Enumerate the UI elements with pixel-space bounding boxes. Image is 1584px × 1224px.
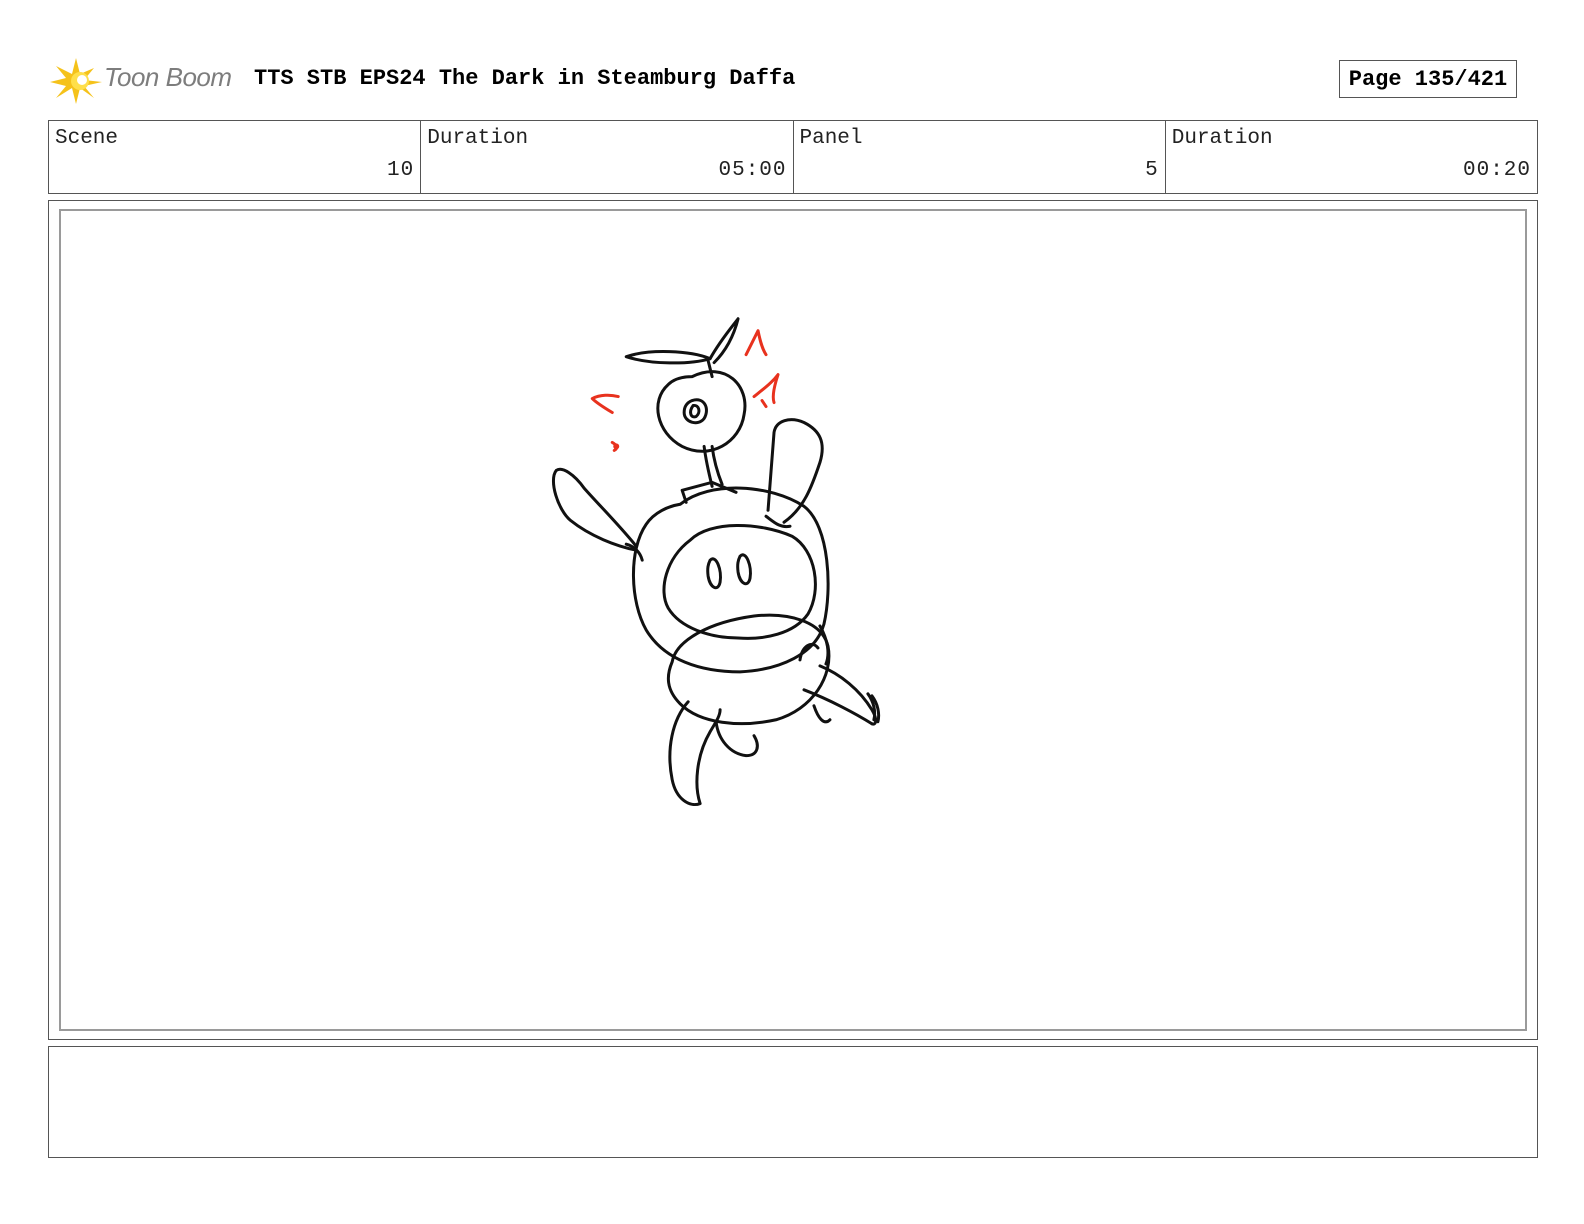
page-number: Page 135/421	[1339, 60, 1517, 98]
scene-value: 10	[387, 159, 415, 182]
toon-boom-logo: Toon Boom	[50, 54, 240, 106]
panel-value: 5	[1145, 159, 1159, 182]
document-title: TTS STB EPS24 The Dark in Steamburg Daff…	[254, 66, 796, 91]
scene-duration-label: Duration	[427, 127, 529, 150]
panel-duration-value: 00:20	[1462, 159, 1531, 182]
panel-info-bar: Scene 10 Duration 05:00 Panel 5 Duration…	[48, 120, 1538, 194]
page-header: Toon Boom TTS STB EPS24 The Dark in Stea…	[50, 54, 1540, 106]
panel-duration-label: Duration	[1171, 127, 1273, 150]
panel-image-area	[59, 209, 1527, 1031]
scene-cell: Scene 10	[49, 121, 420, 193]
logo-text: Toon Boom	[104, 62, 232, 92]
panel-duration-cell: Duration 00:20	[1164, 121, 1537, 193]
toon-boom-star-icon	[50, 58, 102, 104]
scene-duration-cell: Duration 05:00	[420, 121, 792, 193]
character-sketch	[551, 317, 881, 806]
panel-notes-box	[48, 1046, 1538, 1158]
panel-cell: Panel 5	[792, 121, 1165, 193]
storyboard-panel	[48, 200, 1538, 1040]
scene-label: Scene	[55, 127, 119, 150]
panel-label: Panel	[799, 127, 863, 150]
scene-duration-value: 05:00	[718, 159, 787, 182]
